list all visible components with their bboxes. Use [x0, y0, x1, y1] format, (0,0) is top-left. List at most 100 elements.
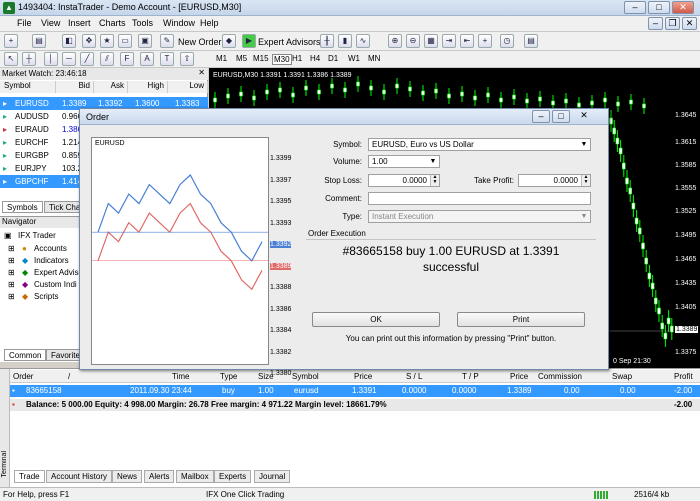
- takeprofit-input[interactable]: 0.0000 ▲ ▼: [518, 174, 591, 187]
- timeframe-h4[interactable]: H4: [310, 54, 320, 63]
- menu-file[interactable]: File: [17, 18, 32, 28]
- timeframe-w1[interactable]: W1: [348, 54, 360, 63]
- market-watch-icon[interactable]: ◧: [62, 34, 76, 48]
- new-order-icon[interactable]: ✎: [160, 34, 174, 48]
- fibonacci-icon[interactable]: F: [120, 52, 134, 66]
- nav-scripts[interactable]: Scripts: [34, 292, 58, 301]
- order-row[interactable]: ▪ 83665158 2011.09.30 23:44 buy 1.00 eur…: [10, 385, 700, 397]
- zoom-out-icon[interactable]: ⊖: [406, 34, 420, 48]
- tab-news[interactable]: News: [112, 470, 143, 483]
- tab-trade[interactable]: Trade: [14, 470, 45, 483]
- tab-mailbox[interactable]: Mailbox: [176, 470, 214, 483]
- new-order-button[interactable]: New Order: [178, 37, 222, 47]
- expand-icon[interactable]: ⊞: [8, 268, 15, 277]
- tab-experts[interactable]: Experts: [214, 470, 252, 483]
- tester-icon[interactable]: ▣: [138, 34, 152, 48]
- trendline-icon[interactable]: ╱: [80, 52, 94, 66]
- doc-close-button[interactable]: ✕: [682, 17, 697, 30]
- timeframe-mn[interactable]: MN: [368, 54, 380, 63]
- dialog-close-button[interactable]: ✕: [572, 110, 596, 123]
- type-select[interactable]: Instant Execution ▼: [368, 210, 591, 223]
- templates-icon[interactable]: ▤: [524, 34, 538, 48]
- close-button[interactable]: ✕: [672, 1, 694, 14]
- col-bid[interactable]: Bid: [56, 81, 94, 93]
- comment-input[interactable]: [368, 192, 591, 205]
- col-low[interactable]: Low: [168, 81, 208, 93]
- menu-tools[interactable]: Tools: [132, 18, 153, 28]
- metaeditor-icon[interactable]: ◆: [222, 34, 236, 48]
- menu-window[interactable]: Window: [163, 18, 195, 28]
- ok-button[interactable]: OK: [312, 312, 440, 327]
- tab-common[interactable]: Common: [4, 349, 47, 361]
- maximize-button[interactable]: □: [648, 1, 670, 14]
- col-sl[interactable]: S / L: [406, 372, 422, 381]
- expand-icon[interactable]: ⊞: [8, 292, 15, 301]
- nav-indicators[interactable]: Indicators: [34, 256, 69, 265]
- bar-chart-icon[interactable]: ╫: [320, 34, 334, 48]
- tab-symbols[interactable]: Symbols: [2, 201, 43, 213]
- indicators-icon[interactable]: +: [478, 34, 492, 48]
- horizontal-line-icon[interactable]: ─: [62, 52, 76, 66]
- doc-minimize-button[interactable]: –: [648, 17, 663, 30]
- new-chart-icon[interactable]: +: [4, 34, 18, 48]
- arrows-icon[interactable]: ⇧: [180, 52, 194, 66]
- col-profit[interactable]: Profit: [674, 372, 693, 381]
- nav-accounts[interactable]: Accounts: [34, 244, 67, 253]
- stepper-icon[interactable]: ▲ ▼: [430, 175, 439, 186]
- line-chart-icon[interactable]: ∿: [356, 34, 370, 48]
- stepper-icon[interactable]: ▲ ▼: [581, 175, 590, 186]
- menu-view[interactable]: View: [41, 18, 60, 28]
- candlestick-icon[interactable]: ▮: [338, 34, 352, 48]
- timeframe-m5[interactable]: M5: [236, 54, 247, 63]
- channel-icon[interactable]: ⫽: [100, 52, 114, 66]
- col-commission[interactable]: Commission: [538, 372, 582, 381]
- tab-journal[interactable]: Journal: [254, 470, 291, 483]
- cursor-icon[interactable]: ↖: [4, 52, 18, 66]
- expert-advisors-icon[interactable]: ▶: [242, 34, 256, 48]
- col-symbol[interactable]: Symbol: [0, 81, 56, 93]
- navigator-root[interactable]: IFX Trader: [18, 231, 56, 240]
- vertical-line-icon[interactable]: │: [44, 52, 58, 66]
- autoscroll-icon[interactable]: ⇥: [442, 34, 456, 48]
- periods-icon[interactable]: ◷: [500, 34, 514, 48]
- timeframe-h1[interactable]: H1: [292, 54, 302, 63]
- symbol-select[interactable]: EURUSD, Euro vs US Dollar ▼: [368, 138, 591, 151]
- timeframe-m1[interactable]: M1: [216, 54, 227, 63]
- tab-account-history[interactable]: Account History: [46, 470, 113, 483]
- navigator-icon[interactable]: ★: [100, 34, 114, 48]
- tab-alerts[interactable]: Alerts: [144, 470, 175, 483]
- col-sort[interactable]: /: [68, 372, 70, 381]
- doc-restore-button[interactable]: ❐: [665, 17, 680, 30]
- volume-select[interactable]: 1.00 ▼: [368, 155, 440, 168]
- terminal-icon[interactable]: ▭: [118, 34, 132, 48]
- nav-custom-indicators[interactable]: Custom Indi: [34, 280, 77, 289]
- menu-help[interactable]: Help: [200, 18, 219, 28]
- col-cur-price[interactable]: Price: [510, 372, 528, 381]
- col-tp[interactable]: T / P: [462, 372, 479, 381]
- timeframe-m30[interactable]: M30: [272, 54, 292, 65]
- expert-advisors-button[interactable]: Expert Advisors: [258, 37, 321, 47]
- timeframe-m15[interactable]: M15: [253, 54, 269, 63]
- text-icon[interactable]: A: [140, 52, 154, 66]
- col-time[interactable]: Time: [172, 372, 189, 381]
- data-window-icon[interactable]: ✥: [82, 34, 96, 48]
- zoom-in-icon[interactable]: ⊕: [388, 34, 402, 48]
- timeframe-d1[interactable]: D1: [328, 54, 338, 63]
- expand-icon[interactable]: ⊞: [8, 280, 15, 289]
- expand-icon[interactable]: ⊞: [8, 256, 15, 265]
- col-type[interactable]: Type: [220, 372, 237, 381]
- print-button[interactable]: Print: [457, 312, 585, 327]
- col-order[interactable]: Order: [13, 372, 33, 381]
- col-price[interactable]: Price: [354, 372, 372, 381]
- menu-insert[interactable]: Insert: [68, 18, 91, 28]
- tile-icon[interactable]: ▦: [424, 34, 438, 48]
- close-icon[interactable]: ✕: [198, 68, 205, 77]
- col-high[interactable]: High: [128, 81, 168, 93]
- crosshair-icon[interactable]: ┼: [22, 52, 36, 66]
- expand-icon[interactable]: ⊞: [8, 244, 15, 253]
- minimize-button[interactable]: –: [624, 1, 646, 14]
- col-symbol[interactable]: Symbol: [292, 372, 319, 381]
- col-ask[interactable]: Ask: [94, 81, 128, 93]
- label-icon[interactable]: T: [160, 52, 174, 66]
- profiles-icon[interactable]: ▤: [32, 34, 46, 48]
